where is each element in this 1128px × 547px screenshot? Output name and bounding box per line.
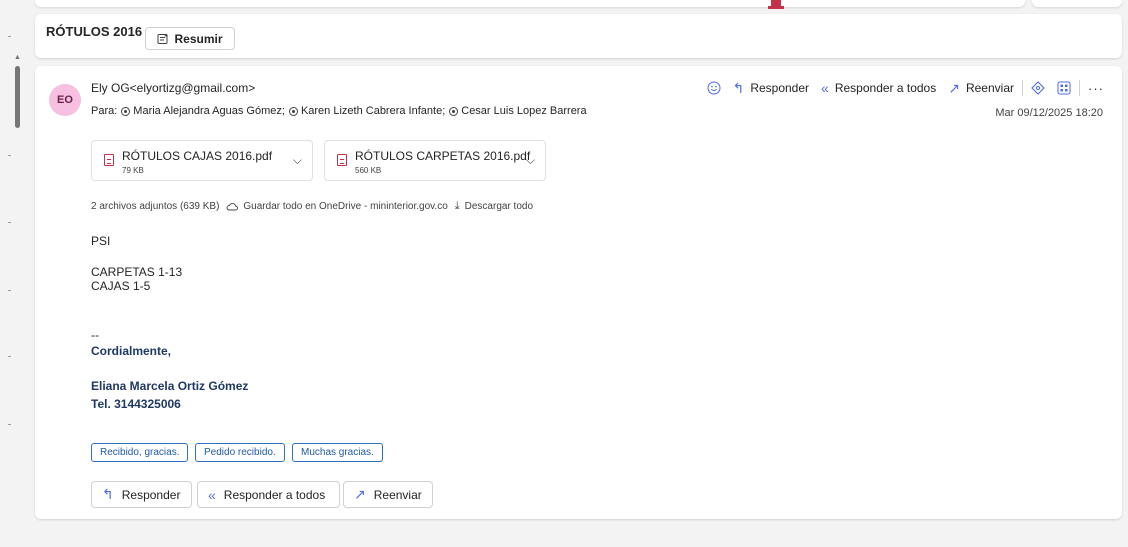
contact-status-icon — [288, 106, 298, 116]
more-icon: ··· — [1088, 80, 1104, 96]
signature-phone: Tel. 3144325006 — [91, 397, 181, 411]
divider — [8, 424, 11, 425]
subject-header: RÓTULOS 2016 Resumir — [35, 14, 1122, 58]
more-actions-button[interactable]: ··· — [1082, 78, 1110, 98]
reply-icon: ↰ — [102, 486, 114, 502]
attachment-card[interactable]: RÓTULOS CAJAS 2016.pdf 79 KB ⌵ — [91, 140, 313, 181]
attachment-card[interactable]: RÓTULOS CARPETAS 2016.pdf 560 KB ⌵ — [324, 140, 546, 181]
scroll-up-icon[interactable]: ▲ — [14, 54, 21, 62]
summarize-button[interactable]: Resumir — [145, 27, 235, 50]
footer-forward-button[interactable]: ↗ Reenviar — [343, 481, 433, 508]
chevron-down-icon[interactable]: ⌵ — [526, 153, 535, 168]
flag-icon — [768, 0, 784, 9]
body-line: CARPETAS 1-13 — [91, 265, 183, 279]
attachment-size: 560 KB — [355, 166, 382, 175]
recipient[interactable]: Cesar Luis Lopez Barrera — [449, 105, 587, 117]
recipient[interactable]: Maria Alejandra Aguas Gómez; — [121, 105, 285, 117]
cloud-icon — [226, 203, 239, 211]
footer-reply-all-button[interactable]: « Responder a todos — [197, 481, 340, 508]
recipient-name: Cesar Luis Lopez Barrera — [461, 105, 587, 117]
reply-all-icon: « — [208, 486, 216, 503]
divider — [8, 36, 11, 37]
divider — [8, 290, 11, 291]
signature-separator: -- — [91, 328, 99, 342]
download-all-link[interactable]: ⤓ Descargar todo — [455, 200, 533, 213]
divider — [8, 222, 11, 223]
emoji-reaction-button[interactable] — [701, 78, 727, 98]
divider — [1022, 80, 1023, 96]
download-all-label: Descargar todo — [464, 201, 534, 212]
reply-icon: ↰ — [732, 80, 745, 96]
reply-all-label: Responder a todos — [834, 81, 937, 95]
pdf-icon — [104, 154, 114, 166]
recipient-name: Maria Alejandra Aguas Gómez; — [133, 105, 285, 117]
forward-icon: ↗ — [948, 80, 960, 96]
tag-icon — [1031, 81, 1045, 95]
smiley-icon — [707, 81, 721, 95]
apps-button[interactable] — [1051, 78, 1077, 98]
divider — [1079, 80, 1080, 96]
avatar[interactable]: EO — [49, 84, 81, 116]
divider — [8, 155, 11, 156]
quick-reply-chip[interactable]: Muchas gracias. — [292, 443, 383, 462]
divider — [8, 356, 11, 357]
body-line: CAJAS 1-5 — [91, 279, 151, 293]
forward-icon: ↗ — [354, 486, 366, 502]
attachment-name: RÓTULOS CARPETAS 2016.pdf — [355, 149, 531, 163]
pdf-icon — [337, 154, 347, 166]
footer-reply-all-label: Responder a todos — [223, 487, 326, 502]
chevron-down-icon[interactable]: ⌵ — [293, 153, 302, 168]
sender[interactable]: Ely OG<elyortizg@gmail.com> — [91, 81, 255, 95]
forward-label: Reenviar — [965, 81, 1014, 95]
save-to-onedrive-link[interactable]: Guardar todo en OneDrive - mininterior.g… — [226, 201, 448, 212]
body-line: PSI — [91, 234, 111, 248]
download-icon: ⤓ — [454, 200, 460, 212]
previous-card-edge — [35, 0, 1025, 7]
forward-button[interactable]: ↗ Reenviar — [942, 78, 1020, 98]
message-card: EO Ely OG<elyortizg@gmail.com> Para: Mar… — [35, 66, 1122, 519]
grid-icon — [1057, 81, 1071, 95]
contact-status-icon — [121, 106, 131, 116]
subject-title: RÓTULOS 2016 — [46, 24, 143, 39]
signature-closing: Cordialmente, — [91, 344, 172, 358]
footer-reply-button[interactable]: ↰ Responder — [91, 481, 192, 508]
footer-reply-label: Responder — [121, 487, 181, 502]
summary-icon — [157, 33, 169, 44]
message-date: Mar 09/12/2025 18:20 — [995, 107, 1103, 119]
signature-name: Eliana Marcela Ortiz Gómez — [91, 379, 249, 393]
recipients-line: Para: Maria Alejandra Aguas Gómez; Karen… — [91, 105, 587, 117]
scrollbar-thumb[interactable] — [15, 66, 20, 128]
reply-all-icon: « — [821, 80, 829, 96]
copilot-button[interactable] — [1025, 78, 1051, 98]
summarize-label: Resumir — [174, 31, 223, 46]
attachment-size: 79 KB — [122, 166, 144, 175]
reply-all-button[interactable]: « Responder a todos — [815, 78, 942, 98]
reply-label: Responder — [750, 81, 810, 95]
reply-button[interactable]: ↰ Responder — [727, 78, 815, 98]
quick-reply-chip[interactable]: Pedido recibido. — [195, 443, 285, 462]
message-actions: ↰ Responder « Responder a todos ↗ Reenvi… — [701, 78, 1110, 98]
to-label: Para: — [91, 105, 118, 117]
save-to-onedrive-label: Guardar todo en OneDrive - mininterior.g… — [243, 201, 448, 212]
attachment-info-bar: 2 archivos adjuntos (639 KB) Guardar tod… — [91, 200, 533, 213]
attachment-count: 2 archivos adjuntos (639 KB) — [91, 201, 220, 212]
recipient-name: Karen Lizeth Cabrera Infante; — [300, 105, 446, 117]
contact-status-icon — [449, 106, 459, 116]
footer-forward-label: Reenviar — [373, 487, 422, 502]
quick-reply-chip[interactable]: Recibido, gracias. — [91, 443, 189, 462]
recipient[interactable]: Karen Lizeth Cabrera Infante; — [288, 105, 446, 117]
attachment-name: RÓTULOS CAJAS 2016.pdf — [122, 149, 273, 163]
vertical-scrollbar[interactable]: ▲ — [12, 52, 22, 547]
previous-card-edge — [1032, 0, 1122, 7]
